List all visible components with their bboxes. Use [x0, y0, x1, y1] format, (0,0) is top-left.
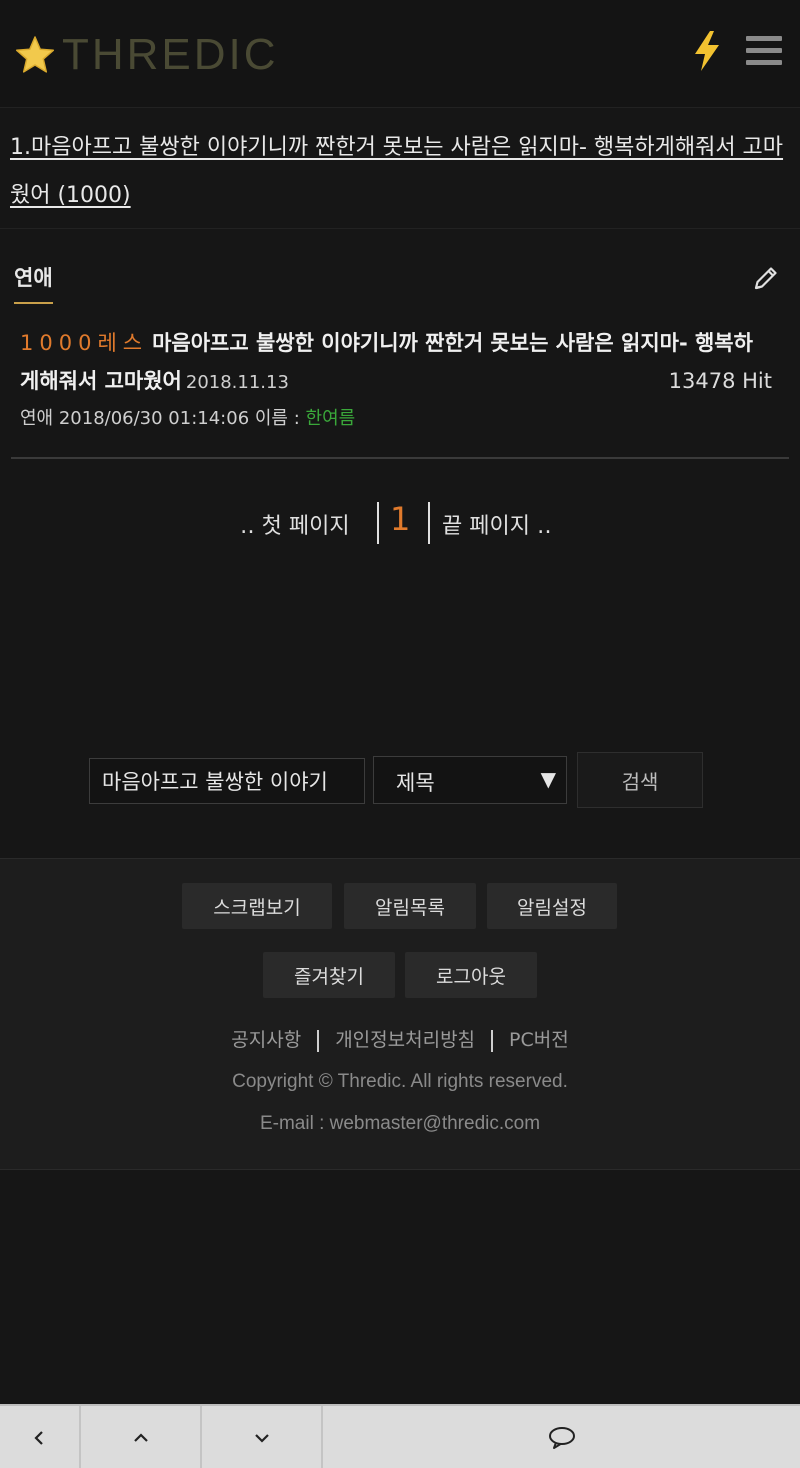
notification-settings-button[interactable]: 알림설정 — [487, 883, 617, 929]
first-page-link[interactable]: ‥ 첫 페이지 — [240, 508, 350, 540]
notification-list-button[interactable]: 알림목록 — [344, 883, 476, 929]
pager-divider — [377, 502, 379, 544]
divider — [0, 228, 800, 229]
bottom-nav — [0, 1404, 800, 1468]
thread-title-link[interactable]: 1.마음아프고 불쌍한 이야기니까 짠한거 못보는 사람은 읽지마- 행복하게해… — [10, 124, 790, 220]
last-page-link[interactable]: 끝 페이지 ‥ — [442, 508, 552, 540]
logout-button[interactable]: 로그아웃 — [405, 952, 537, 998]
scrap-view-button[interactable]: 스크랩보기 — [182, 883, 332, 929]
pagination: ‥ 첫 페이지 1 끝 페이지 ‥ — [0, 500, 800, 544]
search-field-select[interactable]: 제목 ▼ — [373, 756, 567, 804]
copyright-text: Copyright © Thredic. All rights reserved… — [232, 1071, 568, 1092]
chevron-up-icon — [133, 1433, 148, 1442]
post-entry[interactable]: 1000레스 마음아프고 불쌍한 이야기니까 짠한거 못보는 사람은 읽지마- 행… — [20, 324, 772, 402]
footer-links: 공지사항 개인정보처리방침 PC버전 — [0, 1025, 800, 1052]
privacy-policy-link[interactable]: 개인정보처리방침 — [335, 1029, 475, 1051]
divider — [11, 457, 789, 459]
notice-link[interactable]: 공지사항 — [231, 1029, 301, 1051]
current-page[interactable]: 1 — [390, 500, 410, 538]
post-meta: 연애 2018/06/30 01:14:06 이름 : 한여름 — [20, 404, 355, 430]
scroll-top-button[interactable] — [81, 1406, 202, 1468]
search-input[interactable] — [89, 758, 365, 804]
back-button[interactable] — [0, 1406, 81, 1468]
post-meta-info: 연애 2018/06/30 01:14:06 이름 : — [20, 408, 306, 429]
link-divider — [317, 1029, 320, 1052]
star-icon — [15, 36, 55, 73]
pc-version-link[interactable]: PC버전 — [509, 1029, 569, 1051]
contact-email: E-mail : webmaster@thredic.com — [259, 1113, 541, 1134]
link-divider — [491, 1029, 494, 1052]
logo-text: THREDIC — [62, 30, 279, 79]
lightning-bolt-icon[interactable] — [690, 30, 724, 72]
select-value: 제목 — [396, 771, 435, 795]
chevron-down-icon — [254, 1434, 269, 1443]
reply-count: 1000레스 — [20, 331, 149, 355]
dropdown-arrow-icon: ▼ — [540, 767, 556, 791]
chevron-left-icon — [33, 1431, 43, 1445]
hit-count: 13478 Hit — [668, 369, 772, 393]
post-title-line[interactable]: 1000레스 마음아프고 불쌍한 이야기니까 짠한거 못보는 사람은 읽지마- 행… — [20, 324, 772, 402]
post-date: 2018.11.13 — [185, 372, 289, 393]
footer: 스크랩보기 알림목록 알림설정 즐겨찾기 로그아웃 공지사항 개인정보처리방침 PC… — [0, 858, 800, 1170]
favorites-button[interactable]: 즐겨찾기 — [263, 952, 395, 998]
search-button[interactable]: 검색 — [577, 752, 703, 808]
author-name: 한여름 — [305, 408, 356, 429]
tab-board-romance[interactable]: 연애 — [14, 262, 53, 304]
comment-icon — [548, 1427, 575, 1449]
pager-divider — [428, 502, 430, 544]
scroll-bottom-button[interactable] — [202, 1406, 323, 1468]
top-header: THREDIC — [0, 0, 800, 108]
site-logo[interactable]: THREDIC — [14, 30, 279, 80]
pencil-icon[interactable] — [752, 264, 780, 292]
comment-button[interactable] — [323, 1406, 800, 1468]
hamburger-menu-icon[interactable] — [746, 36, 782, 68]
